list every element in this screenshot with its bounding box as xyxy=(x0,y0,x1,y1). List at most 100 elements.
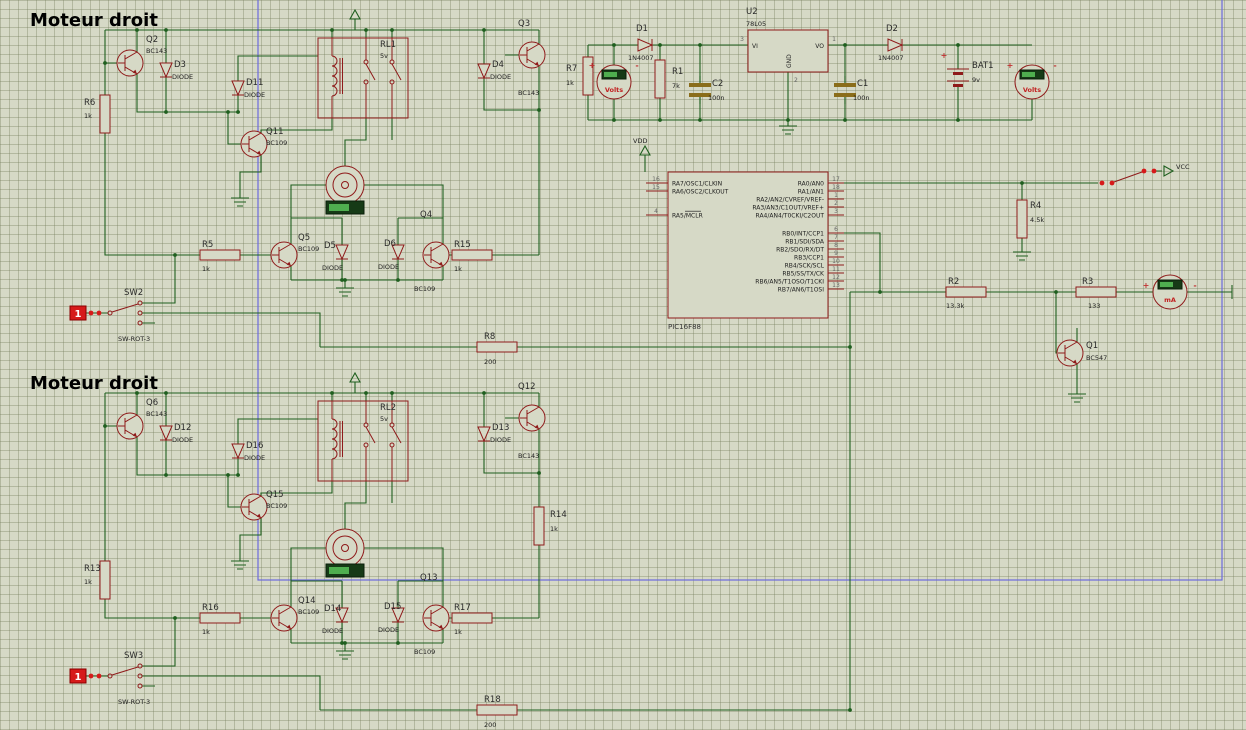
svg-text:18: 18 xyxy=(832,184,840,191)
diode-d15[interactable]: D15 DIODE xyxy=(378,600,405,634)
switch-sw2[interactable]: SW2 SW-ROT-3 xyxy=(94,288,156,343)
motor-2[interactable] xyxy=(325,528,365,578)
diode-d4[interactable]: D4 DIODE xyxy=(477,56,511,86)
svg-text:Volts: Volts xyxy=(605,86,623,94)
svg-text:BC109: BC109 xyxy=(266,139,287,147)
transistor-q1[interactable]: Q1 BC547 xyxy=(1056,339,1107,367)
diode-d16[interactable]: D16 DIODE xyxy=(231,436,265,466)
resistor-r14[interactable]: R14 1k xyxy=(533,506,567,546)
svg-text:SW-ROT-3: SW-ROT-3 xyxy=(118,335,150,343)
diode-d12[interactable]: D12 DIODE xyxy=(159,418,193,448)
svg-text:-: - xyxy=(1193,281,1196,290)
wire-junctions xyxy=(103,28,1058,712)
transistor-q12[interactable]: Q12 BC143 xyxy=(518,382,546,460)
svg-text:RB5/SS/TX/CK: RB5/SS/TX/CK xyxy=(782,271,825,278)
transistor-q6[interactable]: Q6 BC143 xyxy=(116,398,167,440)
svg-text:6: 6 xyxy=(834,226,838,233)
diode-d14[interactable]: D14 DIODE xyxy=(322,600,349,635)
svg-text:RA3/AN3/C1OUT/VREF+: RA3/AN3/C1OUT/VREF+ xyxy=(752,205,824,212)
resistor-r18[interactable]: R18 200 xyxy=(476,695,518,729)
svg-text:100n: 100n xyxy=(853,94,870,102)
svg-text:R8: R8 xyxy=(484,332,495,342)
svg-text:R6: R6 xyxy=(84,98,95,108)
svg-text:BC109: BC109 xyxy=(298,608,319,616)
svg-text:RA7/OSC1/CLKIN: RA7/OSC1/CLKIN xyxy=(672,181,722,188)
svg-text:R5: R5 xyxy=(202,240,213,250)
svg-text:BC109: BC109 xyxy=(414,648,435,656)
transistor-q14[interactable]: Q14 BC109 xyxy=(270,596,319,632)
svg-text:RB4/SCK/SCL: RB4/SCK/SCL xyxy=(785,263,825,270)
diode-d3[interactable]: D3 DIODE xyxy=(159,55,193,85)
resistor-r3[interactable]: R3 133 xyxy=(1075,277,1117,310)
svg-text:13.3k: 13.3k xyxy=(946,302,964,310)
transistor-q5[interactable]: Q5 BC109 xyxy=(270,233,319,269)
svg-text:+: + xyxy=(1143,281,1150,290)
diode-d2[interactable]: D2 1N4007 xyxy=(878,24,910,62)
logic-probe-sw3[interactable]: 1 xyxy=(69,668,102,684)
resistor-r17[interactable]: R17 1k xyxy=(451,603,493,636)
svg-text:D5: D5 xyxy=(324,241,336,251)
svg-text:7: 7 xyxy=(834,234,838,241)
diode-d5[interactable]: D5 DIODE xyxy=(322,237,349,272)
diode-d13[interactable]: D13 DIODE xyxy=(477,419,511,449)
voltmeter-1[interactable]: Volts + - xyxy=(589,61,639,100)
logic-probe-sw2[interactable]: 1 xyxy=(69,305,102,321)
capacitor-c2[interactable]: C2 100n xyxy=(688,75,725,105)
svg-text:R7: R7 xyxy=(566,64,577,74)
mcu-part-label: PIC16F88 xyxy=(668,323,701,331)
svg-text:BC143: BC143 xyxy=(146,410,167,418)
transistor-q15[interactable]: Q15 BC109 xyxy=(240,490,287,521)
svg-text:SW2: SW2 xyxy=(124,288,143,298)
regulator-u2[interactable]: U2 78L05 VI VO GND 3 1 2 xyxy=(740,7,836,84)
svg-text:1k: 1k xyxy=(202,265,210,273)
relay-rl1[interactable]: RL15v xyxy=(317,37,409,119)
resistor-r6[interactable]: R6 1k xyxy=(84,94,111,134)
diode-d11[interactable]: D11 DIODE xyxy=(231,73,265,103)
transistor-q11[interactable]: Q11 BC109 xyxy=(240,127,287,158)
svg-text:R4: R4 xyxy=(1030,201,1041,211)
resistor-r2[interactable]: R2 13.3k xyxy=(945,277,987,310)
svg-text:D16: D16 xyxy=(246,441,263,451)
svg-text:D6: D6 xyxy=(384,239,396,249)
svg-text:D2: D2 xyxy=(886,24,898,34)
svg-text:R16: R16 xyxy=(202,603,219,613)
mcu-pic16f88[interactable]: PIC16F88 16RA7/OSC1/CLKIN15RA6/OSC2/CLKO… xyxy=(646,171,844,331)
svg-text:BC109: BC109 xyxy=(298,245,319,253)
capacitor-c1[interactable]: C1 100n xyxy=(833,75,870,105)
svg-text:RA2/AN2/CVREF/VREF-: RA2/AN2/CVREF/VREF- xyxy=(756,197,824,204)
resistor-r16[interactable]: R16 1k xyxy=(199,603,241,636)
diode-d6[interactable]: D6 DIODE xyxy=(378,237,405,271)
svg-text:9: 9 xyxy=(834,250,838,257)
battery-bat1[interactable]: BAT1 9v + xyxy=(941,51,994,95)
transistor-q2[interactable]: Q2 BC143 xyxy=(116,35,167,77)
diode-d1[interactable]: D1 1N4007 xyxy=(628,24,660,62)
resistor-r13[interactable]: R13 1k xyxy=(84,560,111,600)
svg-text:D4: D4 xyxy=(492,60,504,70)
switch-vcc[interactable] xyxy=(1099,168,1157,186)
resistor-r15[interactable]: R15 1k xyxy=(451,240,493,273)
relay-rl2[interactable]: RL25v xyxy=(317,400,409,482)
svg-text:C1: C1 xyxy=(857,79,868,89)
motor-1[interactable] xyxy=(325,165,365,215)
svg-text:200: 200 xyxy=(484,358,496,366)
svg-text:DIODE: DIODE xyxy=(322,627,343,635)
svg-text:RA5/MCLR: RA5/MCLR xyxy=(672,213,703,220)
resistor-r8[interactable]: R8 200 xyxy=(476,332,518,366)
svg-text:Q4: Q4 xyxy=(420,210,432,220)
svg-text:RB7/AN6/T1OSI: RB7/AN6/T1OSI xyxy=(778,287,825,294)
resistor-r1[interactable]: R1 7k xyxy=(654,59,683,99)
switch-sw3[interactable]: SW3 SW-ROT-3 xyxy=(94,651,156,706)
svg-text:D14: D14 xyxy=(324,604,341,614)
svg-text:+: + xyxy=(941,51,948,60)
svg-text:DIODE: DIODE xyxy=(172,73,193,81)
svg-text:17: 17 xyxy=(832,176,840,183)
svg-text:RB6/AN5/T1OSO/T1CKI: RB6/AN5/T1OSO/T1CKI xyxy=(755,279,824,286)
resistor-r4[interactable]: R4 4.5k xyxy=(1016,199,1044,239)
svg-text:R1: R1 xyxy=(672,67,683,77)
resistor-r5[interactable]: R5 1k xyxy=(199,240,241,273)
voltmeter-2[interactable]: Volts + - xyxy=(1007,61,1057,100)
svg-text:R18: R18 xyxy=(484,695,501,705)
svg-text:RB2/SDO/RX/DT: RB2/SDO/RX/DT xyxy=(776,247,824,254)
svg-text:RA0/AN0: RA0/AN0 xyxy=(798,181,824,188)
transistor-q3[interactable]: Q3 BC143 xyxy=(518,19,546,97)
